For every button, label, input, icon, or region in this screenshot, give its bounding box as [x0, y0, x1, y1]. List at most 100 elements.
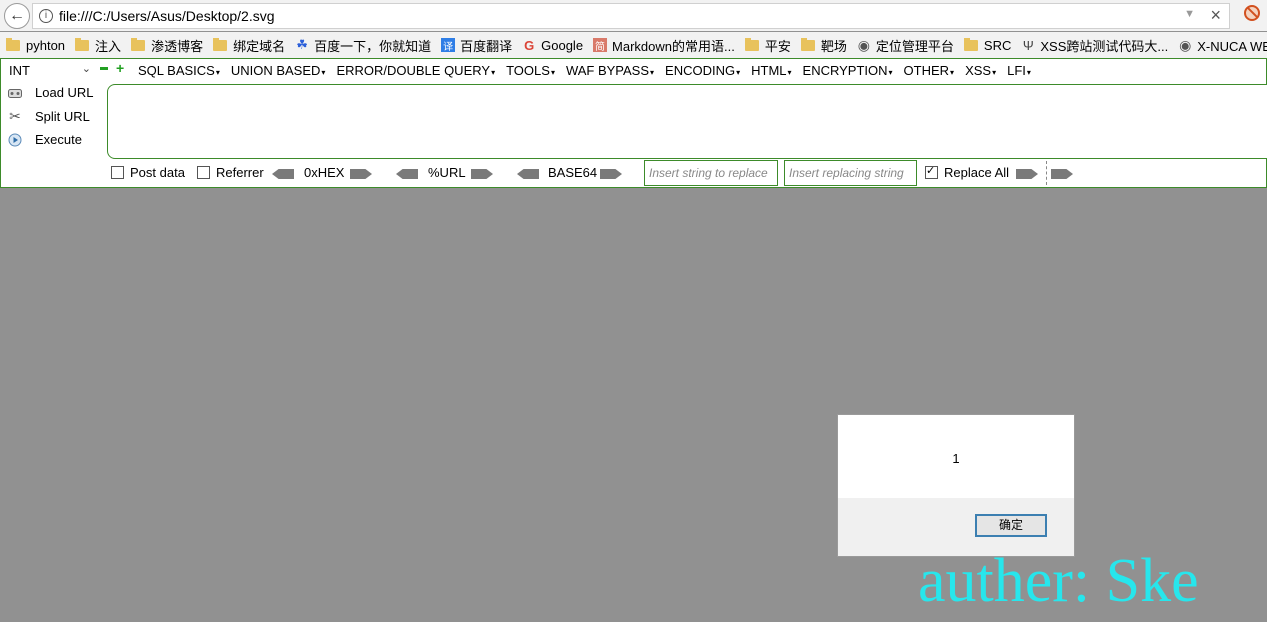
author-watermark: auther: Ske — [918, 547, 1199, 615]
hackbar-panel: INT ⌄ + SQL BASICS UNION BASED ERROR/DOU… — [0, 58, 1267, 188]
bookmark-baidu-translate[interactable]: 译百度翻译 — [441, 36, 512, 55]
url-encode-arrow-icon[interactable] — [471, 169, 493, 179]
bookmark-injection[interactable]: 注入 — [75, 36, 121, 55]
referrer-checkbox[interactable]: Referrer — [197, 165, 264, 180]
post-data-label: Post data — [130, 165, 185, 180]
close-icon[interactable]: × — [1210, 5, 1221, 26]
menu-other[interactable]: OTHER — [904, 63, 955, 78]
post-data-checkbox[interactable]: Post data — [111, 165, 185, 180]
folder-icon — [131, 37, 146, 51]
minus-icon[interactable] — [100, 67, 108, 70]
bookmark-label: 渗透博客 — [151, 38, 204, 54]
menu-sql-basics[interactable]: SQL BASICS — [138, 63, 220, 78]
replace-string-input[interactable]: Insert string to replace — [644, 160, 778, 186]
bookmark-baidu[interactable]: ☘ 百度一下，你就知道 — [295, 36, 431, 55]
menu-xss[interactable]: XSS — [965, 63, 996, 78]
menu-error-double-query[interactable]: ERROR/DOUBLE QUERY — [336, 63, 495, 78]
type-select[interactable]: INT ⌄ — [3, 62, 95, 80]
play-icon — [7, 133, 23, 147]
bookmark-label: pyhton — [26, 37, 66, 53]
scissors-icon: ✂ — [9, 108, 21, 124]
split-url-button[interactable]: ✂ Split URL — [7, 108, 90, 124]
menu-html[interactable]: HTML — [751, 63, 791, 78]
menu-tools[interactable]: TOOLS — [506, 63, 555, 78]
bookmark-label: Google — [541, 37, 584, 53]
bookmark-label: 平安 — [764, 38, 791, 54]
menu-waf-bypass[interactable]: WAF BYPASS — [566, 63, 654, 78]
hackbar-menu: SQL BASICS UNION BASED ERROR/DOUBLE QUER… — [138, 63, 1031, 78]
referrer-label: Referrer — [216, 165, 264, 180]
bookmark-pingan[interactable]: 平安 — [744, 36, 791, 55]
url-text[interactable]: file:///C:/Users/Asus/Desktop/2.svg — [59, 8, 275, 24]
bookmarks-bar: pyhton 注入 渗透博客 绑定域名 ☘ 百度一下，你就知道 译百度翻译 G Go… — [0, 32, 1267, 59]
url-decode-arrow-icon[interactable] — [396, 169, 418, 179]
ok-button[interactable]: 确定 — [975, 514, 1047, 537]
bookmark-markdown[interactable]: 简 Markdown的常用语... — [593, 36, 735, 55]
bookmark-range[interactable]: 靶场 — [800, 36, 847, 55]
hex-label: 0xHEX — [304, 165, 345, 180]
bookmark-location-platform[interactable]: ◉ 定位管理平台 — [857, 36, 954, 55]
dropdown-arrow-icon[interactable]: ▼ — [1184, 8, 1195, 20]
bookmark-src[interactable]: SRC — [963, 37, 1012, 53]
checkbox[interactable] — [111, 166, 124, 179]
plus-icon[interactable]: + — [116, 61, 126, 75]
divider — [1046, 161, 1047, 185]
menu-union-based[interactable]: UNION BASED — [231, 63, 326, 78]
bookmark-label: 百度翻译 — [460, 38, 513, 54]
url-encode-label: %URL — [428, 165, 466, 180]
bookmark-google[interactable]: G Google — [522, 38, 583, 53]
bookmark-label: Markdown的常用语... — [612, 38, 735, 54]
bookmark-xss[interactable]: Ψ XSS跨站测试代码大... — [1021, 36, 1168, 55]
checkbox-checked[interactable] — [925, 164, 938, 179]
bookmark-bind-domain[interactable]: 绑定域名 — [213, 36, 285, 55]
base64-decode-arrow-icon[interactable] — [517, 169, 539, 179]
alert-message: 1 — [952, 451, 960, 466]
base64-encode-arrow-icon[interactable] — [600, 169, 622, 179]
hex-decode-arrow-icon[interactable] — [272, 169, 294, 179]
globe-icon: ◉ — [1179, 36, 1192, 53]
folder-icon — [800, 37, 815, 51]
alert-body: 1 — [838, 415, 1074, 498]
hex-encode-arrow-icon[interactable] — [350, 169, 372, 179]
baidu-icon: ☘ — [296, 37, 308, 52]
bookmark-pentest-blog[interactable]: 渗透博客 — [131, 36, 203, 55]
menu-encoding[interactable]: ENCODING — [665, 63, 740, 78]
execute-button[interactable]: Execute — [7, 132, 82, 147]
bookmark-label: X-NUCA WEB专题赛 — [1197, 38, 1267, 54]
execute-label: Execute — [35, 132, 82, 147]
folder-icon — [213, 37, 228, 51]
menu-encryption[interactable]: ENCRYPTION — [803, 63, 893, 78]
bookmark-pyhton[interactable]: pyhton — [6, 37, 66, 53]
load-url-icon — [7, 86, 23, 100]
back-arrow-icon: ← — [9, 7, 25, 24]
replace-next-arrow-icon[interactable] — [1051, 169, 1073, 179]
alert-dialog: 1 确定 — [837, 414, 1075, 557]
bookmark-label: 百度一下，你就知道 — [314, 38, 432, 54]
info-icon[interactable]: i — [39, 9, 53, 23]
adblock-icon[interactable] — [1244, 5, 1260, 21]
bookmark-xnuca[interactable]: ◉ X-NUCA WEB专题赛 — [1178, 36, 1267, 55]
replace-all-label: Replace All — [944, 165, 1010, 180]
type-select-value: INT — [9, 63, 30, 78]
replacing-string-input[interactable]: Insert replacing string — [784, 160, 917, 186]
markdown-icon: 简 — [593, 38, 608, 53]
translate-icon: 译 — [441, 38, 456, 53]
load-url-button[interactable]: Load URL — [7, 85, 94, 100]
chevron-down-icon: ⌄ — [81, 63, 91, 75]
back-button[interactable]: ← — [4, 3, 30, 29]
google-icon: G — [524, 37, 535, 53]
menu-lfi[interactable]: LFI — [1007, 63, 1031, 78]
bookmark-label: 绑定域名 — [233, 38, 286, 54]
replace-all-checkbox[interactable]: Replace All — [925, 164, 1010, 180]
split-url-label: Split URL — [35, 109, 90, 124]
url-input[interactable]: i file:///C:/Users/Asus/Desktop/2.svg ▼ … — [32, 3, 1230, 29]
base64-label: BASE64 — [548, 165, 598, 180]
replace-arrow-icon[interactable] — [1016, 169, 1038, 179]
bookmark-label: 靶场 — [820, 38, 847, 54]
folder-icon — [75, 37, 90, 51]
url-textarea[interactable] — [107, 84, 1267, 159]
checkbox[interactable] — [197, 166, 210, 179]
bookmark-label: SRC — [983, 37, 1012, 53]
xss-icon: Ψ — [1022, 37, 1034, 53]
folder-icon — [744, 37, 759, 51]
